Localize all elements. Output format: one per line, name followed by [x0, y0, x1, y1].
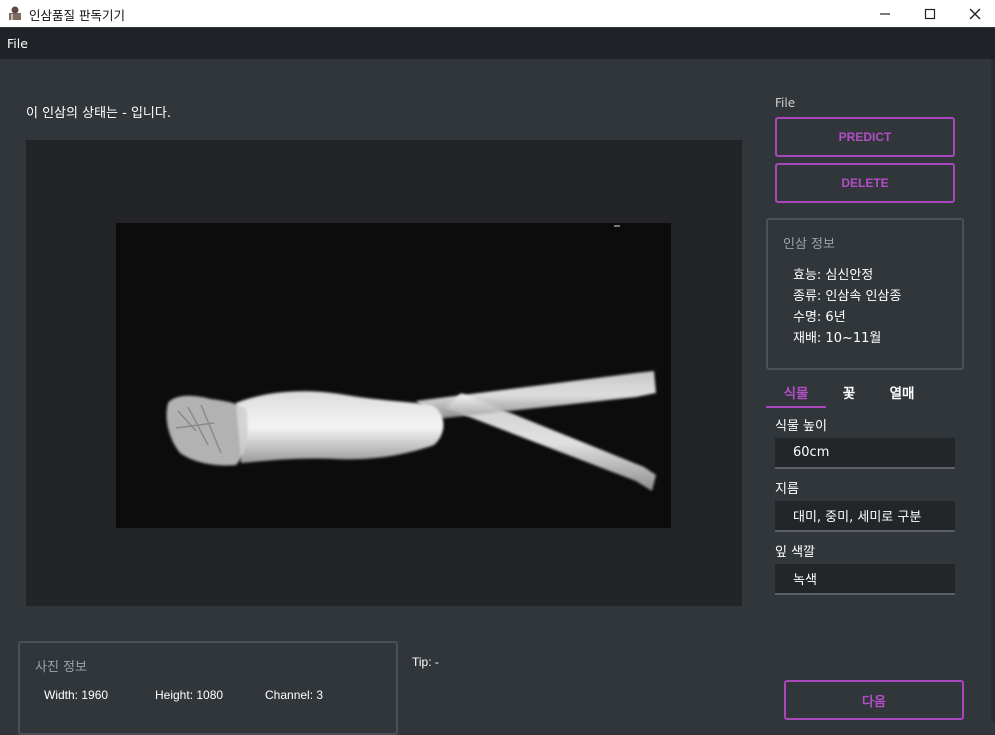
menu-file[interactable]: File — [7, 36, 28, 51]
close-icon — [969, 8, 981, 19]
plant-height-field[interactable]: 60cm — [775, 438, 955, 469]
delete-button[interactable]: DELETE — [775, 163, 955, 203]
photo-height: Height: 1080 — [155, 688, 224, 702]
menu-bar: File — [0, 28, 995, 59]
info-line-type: 종류: 인삼속 인삼종 — [793, 289, 902, 304]
status-text: 이 인삼의 상태는 - 입니다. — [26, 106, 171, 121]
app-icon — [8, 5, 22, 21]
tab-flower[interactable]: 꽃 — [832, 378, 866, 406]
tip-text: Tip: - — [412, 655, 439, 669]
photo-info-box: 사진 정보 Width: 1960 Height: 1080 Channel: … — [18, 641, 398, 735]
ginseng-info-title: 인삼 정보 — [783, 237, 835, 252]
ginseng-info-box: 인삼 정보 효능: 심신안정 종류: 인삼속 인삼종 수명: 6년 재배: 10… — [766, 218, 964, 370]
photo-info-title: 사진 정보 — [35, 660, 87, 675]
xray-image — [116, 223, 671, 528]
next-button[interactable]: 다음 — [784, 680, 964, 720]
diameter-field[interactable]: 대미, 중미, 세미로 구분 — [775, 501, 955, 532]
minimize-icon — [880, 12, 890, 15]
tab-fruit[interactable]: 열매 — [878, 378, 926, 406]
tab-plant[interactable]: 식물 — [766, 378, 826, 408]
leaf-color-label: 잎 색깔 — [775, 545, 816, 560]
image-panel — [26, 140, 742, 606]
maximize-button[interactable] — [907, 0, 953, 27]
scrollbar[interactable] — [991, 59, 995, 722]
photo-width: Width: 1960 — [44, 688, 109, 702]
maximize-icon — [924, 8, 936, 19]
close-button[interactable] — [952, 0, 995, 27]
file-section-label: File — [775, 96, 796, 110]
info-line-lifespan: 수명: 6년 — [793, 310, 846, 325]
minimize-button[interactable] — [862, 0, 908, 27]
leaf-color-field[interactable]: 녹색 — [775, 564, 955, 595]
info-line-efficacy: 효능: 심신안정 — [793, 268, 874, 283]
window-title: 인삼품질 판독기기 — [29, 8, 125, 23]
title-bar: 인삼품질 판독기기 — [0, 0, 995, 27]
photo-channel: Channel: 3 — [265, 688, 324, 702]
info-tabs: 식물 꽃 열매 — [766, 378, 955, 408]
diameter-label: 지름 — [775, 482, 799, 497]
predict-button[interactable]: PREDICT — [775, 117, 955, 157]
plant-height-label: 식물 높이 — [775, 419, 827, 434]
info-line-cultivation: 재배: 10~11월 — [793, 331, 882, 346]
